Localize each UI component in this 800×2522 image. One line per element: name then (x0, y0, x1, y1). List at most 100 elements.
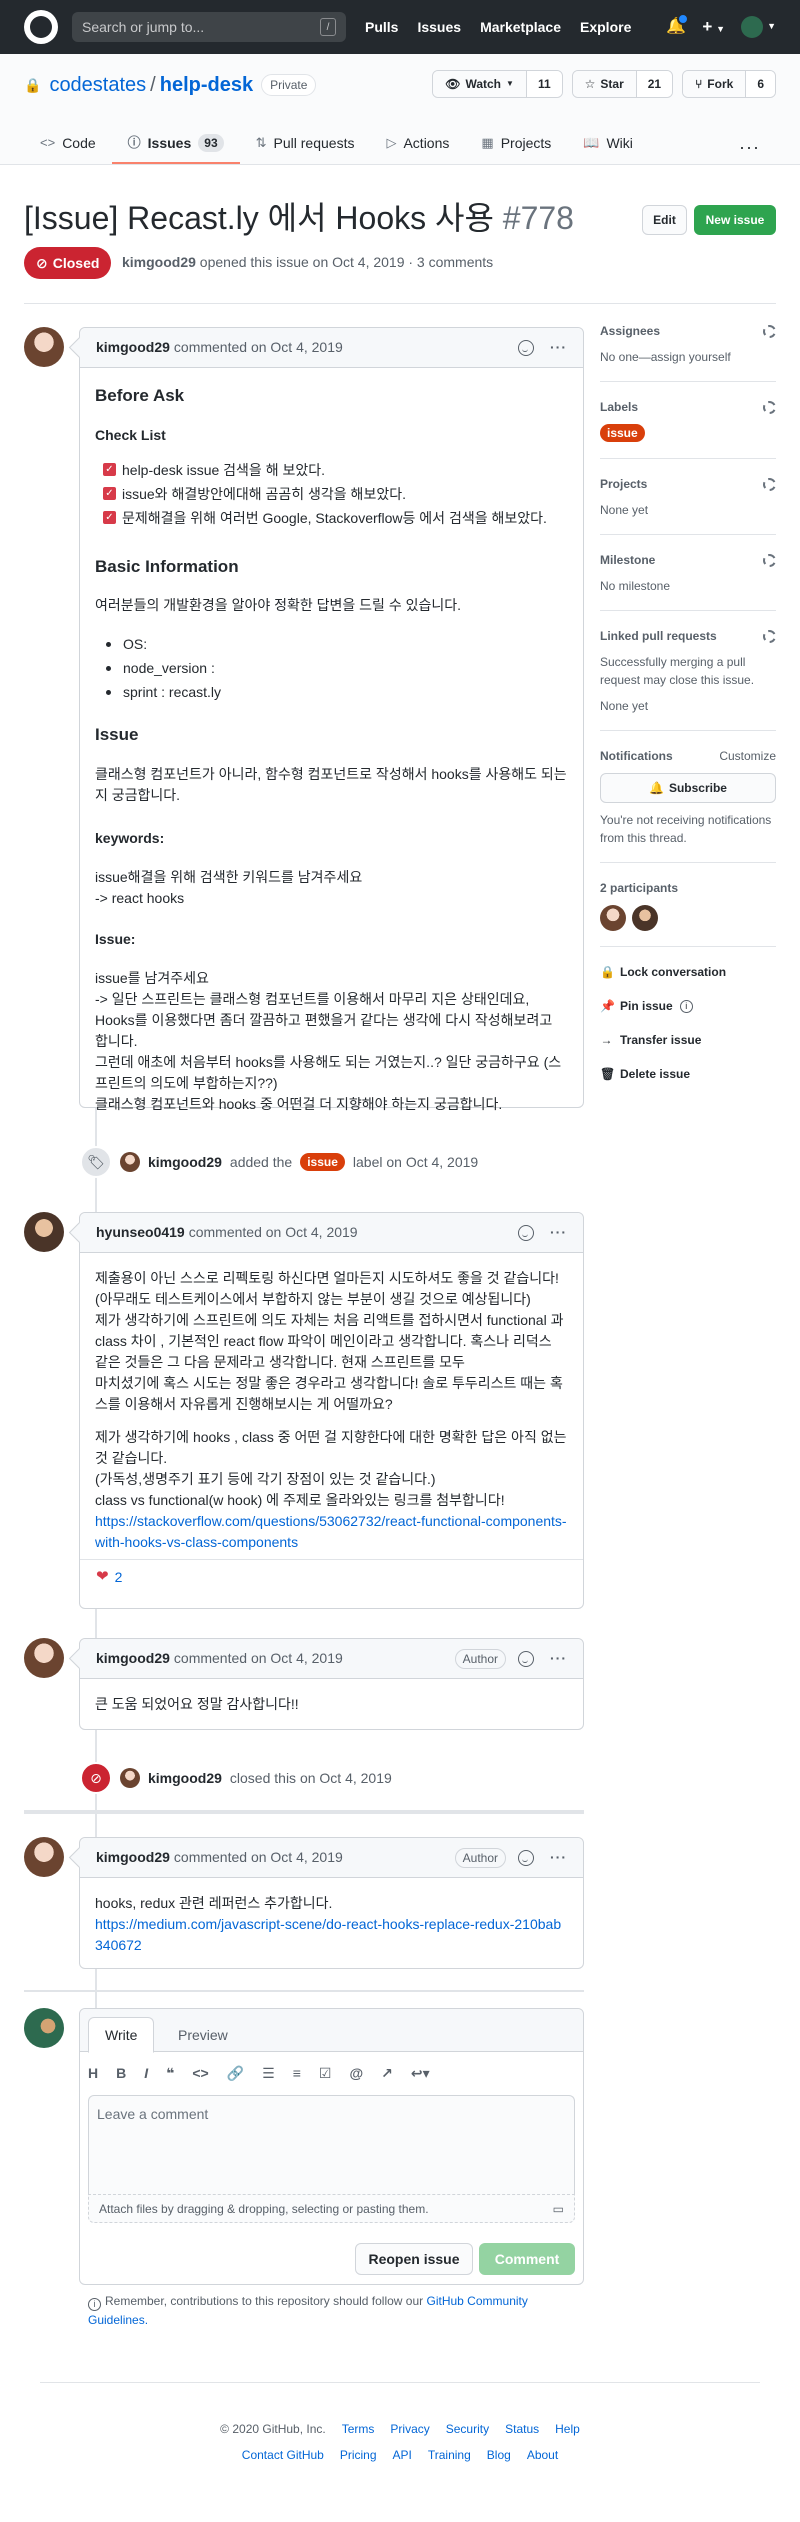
user-menu[interactable]: ▼ (741, 16, 776, 38)
participant-avatar[interactable] (600, 905, 626, 931)
kebab-menu-icon[interactable]: ··· (550, 1648, 567, 1669)
comment-button[interactable]: Comment (479, 2243, 575, 2275)
nav-issues[interactable]: Issues (417, 17, 461, 38)
nav-pulls[interactable]: Pulls (365, 17, 398, 38)
add-reaction-icon[interactable] (518, 339, 534, 356)
fork-button[interactable]: ⑂ Fork 6 (682, 70, 776, 98)
comment-author[interactable]: kimgood29 (96, 1648, 170, 1669)
add-reaction-icon[interactable] (518, 1224, 534, 1241)
footer-link-pricing[interactable]: Pricing (340, 2446, 377, 2464)
avatar[interactable] (120, 1768, 140, 1788)
issue-label-badge[interactable]: issue (600, 424, 645, 442)
star-button[interactable]: ☆ Star 21 (571, 70, 674, 98)
cross-reference-icon[interactable]: ↗ (381, 2063, 393, 2084)
kebab-menu-icon[interactable]: ··· (550, 337, 567, 358)
repo-owner-link[interactable]: codestates (49, 70, 146, 100)
footer-link-api[interactable]: API (393, 2446, 412, 2464)
nav-explore[interactable]: Explore (580, 17, 631, 38)
kebab-menu-icon[interactable]: ··· (550, 1847, 567, 1868)
issue-label-badge[interactable]: issue (300, 1153, 345, 1171)
avatar[interactable] (24, 1638, 64, 1678)
star-count[interactable]: 21 (636, 71, 673, 97)
mention-icon[interactable]: @ (349, 2063, 363, 2084)
heading-icon[interactable]: H (88, 2063, 98, 2084)
tab-issues[interactable]: ⓘ Issues 93 (111, 124, 240, 164)
comment-author[interactable]: hyunseo0419 (96, 1222, 185, 1243)
add-reaction-icon[interactable] (518, 1849, 534, 1866)
add-reaction-icon[interactable] (518, 1650, 534, 1667)
unordered-list-icon[interactable]: ☰ (262, 2063, 275, 2084)
timeline-event-closed: ⊘ kimgood29 closed this on Oct 4, 2019 (80, 1762, 392, 1794)
code-icon[interactable]: <> (192, 2063, 208, 2084)
footer-link-status[interactable]: Status (505, 2420, 539, 2438)
issue-icon: ⓘ (127, 135, 141, 151)
tab-actions[interactable]: ▷ Actions (370, 124, 465, 164)
quote-icon[interactable]: ❝ (166, 2063, 174, 2084)
create-new-menu[interactable]: + ▼ (702, 14, 725, 40)
footer-link-contact[interactable]: Contact GitHub (242, 2446, 324, 2464)
tab-wiki[interactable]: 📖 Wiki (567, 124, 649, 164)
edit-title-button[interactable]: Edit (642, 205, 687, 235)
assign-yourself-link[interactable]: No one—assign yourself (600, 348, 776, 366)
link-icon[interactable]: 🔗 (227, 2063, 244, 2084)
comment-textarea[interactable]: Leave a comment (88, 2095, 575, 2194)
gear-icon[interactable] (763, 553, 776, 567)
checkbox-checked-icon[interactable]: ✓ (103, 511, 116, 524)
nav-marketplace[interactable]: Marketplace (480, 17, 561, 38)
reopen-issue-button[interactable]: Reopen issue (355, 2243, 473, 2275)
gear-icon[interactable] (763, 477, 776, 491)
more-menu-icon[interactable]: ··· (739, 134, 760, 161)
footer-link-blog[interactable]: Blog (487, 2446, 511, 2464)
avatar[interactable] (24, 2008, 64, 2048)
italic-icon[interactable]: I (144, 2063, 148, 2084)
avatar[interactable] (24, 327, 64, 367)
footer-link-privacy[interactable]: Privacy (390, 2420, 429, 2438)
reaction-heart[interactable]: ❤ 2 (80, 1559, 583, 1595)
avatar[interactable] (24, 1837, 64, 1877)
comment-author[interactable]: kimgood29 (96, 1847, 170, 1868)
bold-icon[interactable]: B (116, 2063, 126, 2084)
subscribe-button[interactable]: 🔔 Subscribe (600, 773, 776, 803)
checkbox-checked-icon[interactable]: ✓ (103, 487, 116, 500)
saved-replies-icon[interactable]: ↩▾ (411, 2063, 430, 2084)
footer-link-terms[interactable]: Terms (342, 2420, 375, 2438)
tab-pull-requests[interactable]: ⇅ Pull requests (240, 124, 371, 164)
avatar[interactable] (24, 1212, 64, 1252)
footer-link-security[interactable]: Security (446, 2420, 489, 2438)
fork-count[interactable]: 6 (746, 71, 775, 97)
new-issue-button[interactable]: New issue (694, 205, 776, 235)
checklist-item: ✓ 문제해결을 위해 여러번 Google, Stackoverflow등 에서 … (103, 506, 568, 530)
customize-link[interactable]: Customize (719, 747, 776, 765)
checkbox-checked-icon[interactable]: ✓ (103, 463, 116, 476)
gear-icon[interactable] (763, 629, 776, 643)
gear-icon[interactable] (763, 400, 776, 414)
tab-preview[interactable]: Preview (162, 2017, 244, 2053)
tab-code[interactable]: <> Code (24, 124, 112, 164)
repo-name-link[interactable]: help-desk (160, 70, 253, 100)
transfer-issue[interactable]: → Transfer issue (600, 1031, 776, 1049)
pin-issue[interactable]: 📌 Pin issue i (600, 997, 776, 1015)
watch-button[interactable]: 👁 Watch ▼ 11 (432, 70, 563, 98)
kebab-menu-icon[interactable]: ··· (550, 1222, 567, 1243)
participant-avatar[interactable] (632, 905, 658, 931)
footer-link-training[interactable]: Training (428, 2446, 471, 2464)
footer-link-help[interactable]: Help (555, 2420, 580, 2438)
author-link[interactable]: kimgood29 (122, 254, 196, 270)
avatar[interactable] (120, 1152, 140, 1172)
search-input[interactable]: Search or jump to... / (72, 12, 346, 42)
ordered-list-icon[interactable]: ≡ (293, 2063, 301, 2084)
notification-bell-icon[interactable]: 🔔 (666, 13, 690, 39)
delete-issue[interactable]: 🗑 Delete issue (600, 1065, 776, 1083)
medium-link[interactable]: https://medium.com/javascript-scene/do-r… (95, 1916, 561, 1953)
github-logo-icon[interactable] (24, 10, 58, 44)
tab-write[interactable]: Write (88, 2017, 155, 2053)
attach-files-area[interactable]: Attach files by dragging & dropping, sel… (88, 2194, 575, 2223)
footer-link-about[interactable]: About (527, 2446, 558, 2464)
watch-count[interactable]: 11 (526, 71, 562, 97)
task-list-icon[interactable]: ☑ (319, 2063, 332, 2084)
lock-conversation[interactable]: 🔒 Lock conversation (600, 963, 776, 981)
gear-icon[interactable] (763, 324, 776, 338)
comment-author[interactable]: kimgood29 (96, 337, 170, 358)
tab-projects[interactable]: ▦ Projects (465, 124, 567, 164)
stackoverflow-link[interactable]: https://stackoverflow.com/questions/5306… (95, 1513, 567, 1550)
